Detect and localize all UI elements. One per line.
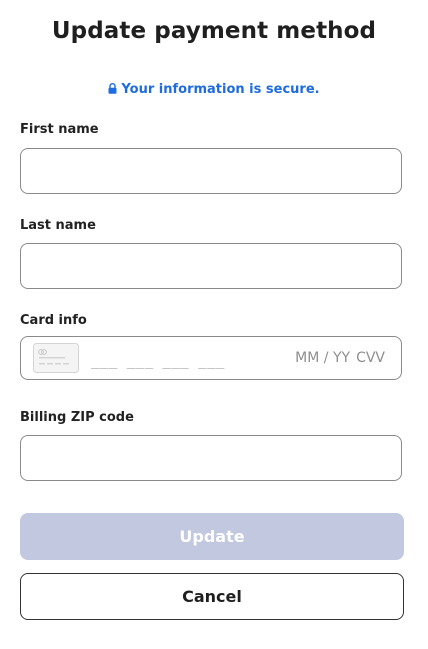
lock-icon: [108, 83, 117, 98]
card-info-label: Card info: [20, 313, 87, 328]
update-button[interactable]: Update: [20, 513, 404, 560]
secure-text: Your information is secure.: [121, 82, 320, 97]
last-name-input[interactable]: [21, 244, 401, 288]
first-name-input[interactable]: [21, 149, 401, 193]
page-title: Update payment method: [51, 18, 377, 44]
card-info-field[interactable]: ___ ___ ___ ___ MM / YY CVV: [20, 336, 402, 380]
card-expiry-input[interactable]: MM / YY: [295, 350, 350, 366]
credit-card-icon: [33, 343, 79, 373]
first-name-label: First name: [20, 122, 99, 137]
cancel-button[interactable]: Cancel: [20, 573, 404, 620]
secure-notice: Your information is secure.: [0, 82, 428, 98]
first-name-field-wrapper: [20, 148, 402, 194]
billing-zip-field-wrapper: [20, 435, 402, 481]
last-name-label: Last name: [20, 218, 96, 233]
card-number-input[interactable]: ___ ___ ___ ___: [91, 347, 295, 369]
billing-zip-label: Billing ZIP code: [20, 410, 134, 425]
card-cvv-input[interactable]: CVV: [356, 350, 385, 366]
last-name-field-wrapper: [20, 243, 402, 289]
billing-zip-input[interactable]: [21, 436, 401, 480]
